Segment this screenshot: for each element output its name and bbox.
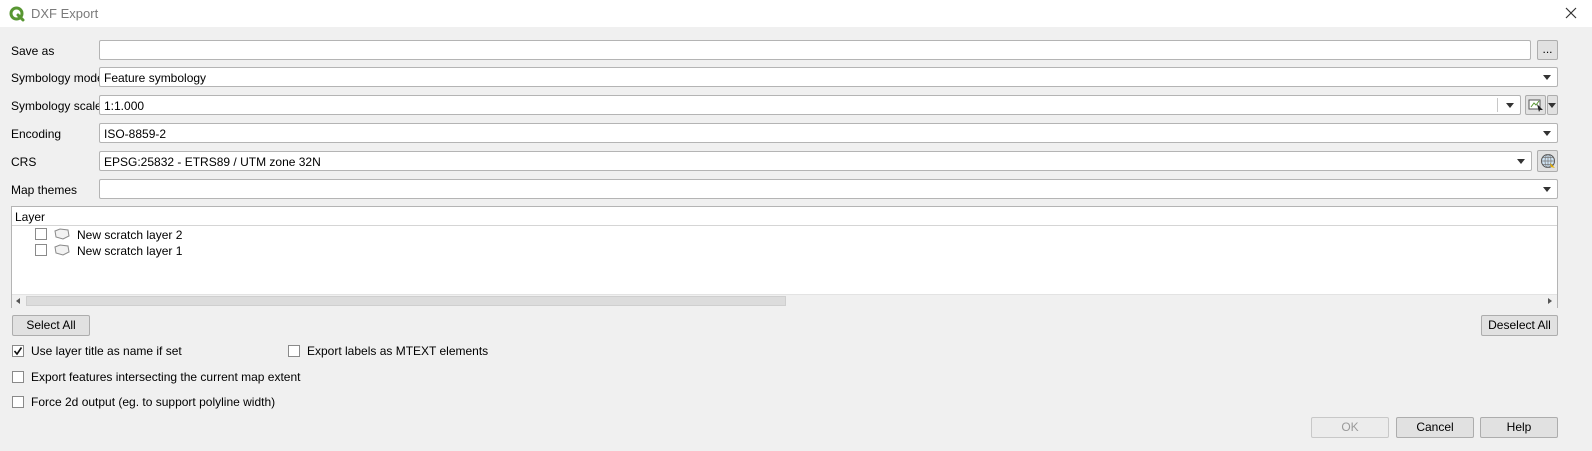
ok-button[interactable]: OK — [1311, 417, 1389, 438]
symbology-mode-label: Symbology mode — [11, 71, 104, 85]
scale-menu-button[interactable] — [1547, 95, 1558, 115]
layer-header-label: Layer — [15, 210, 46, 224]
save-as-input[interactable] — [99, 40, 1531, 60]
crs-selector-button[interactable] — [1537, 150, 1558, 172]
select-all-button[interactable]: Select All — [12, 315, 90, 336]
encoding-label: Encoding — [11, 127, 62, 141]
encoding-select[interactable]: ISO-8859-2 — [99, 123, 1558, 143]
window-title: DXF Export — [31, 6, 99, 21]
close-icon[interactable] — [1562, 4, 1580, 22]
scroll-left-icon[interactable] — [16, 298, 20, 304]
layer-tree[interactable]: Layer New scratch layer 2 New scratch la… — [11, 206, 1558, 308]
layer-name: New scratch layer 1 — [77, 244, 183, 258]
export-labels-mtext-label: Export labels as MTEXT elements — [307, 344, 489, 358]
scale-from-map-button[interactable] — [1525, 95, 1546, 115]
combo-separator — [1497, 98, 1498, 112]
layer-checkbox[interactable] — [35, 244, 47, 256]
crs-label: CRS — [11, 155, 37, 169]
chevron-down-icon — [1543, 187, 1551, 192]
encoding-value: ISO-8859-2 — [104, 127, 167, 141]
map-themes-label: Map themes — [11, 183, 78, 197]
export-intersecting-label: Export features intersecting the current… — [31, 370, 301, 384]
layer-name: New scratch layer 2 — [77, 228, 183, 242]
help-button[interactable]: Help — [1480, 417, 1558, 438]
map-themes-select[interactable] — [99, 179, 1558, 199]
export-labels-mtext-checkbox[interactable] — [288, 345, 300, 357]
map-canvas-cursor-icon — [1528, 99, 1543, 112]
chevron-down-icon — [1506, 103, 1514, 108]
use-layer-title-checkbox[interactable] — [12, 345, 24, 357]
crs-value: EPSG:25832 - ETRS89 / UTM zone 32N — [104, 155, 321, 169]
horizontal-scrollbar[interactable] — [12, 294, 1557, 308]
scrollbar-thumb[interactable] — [26, 296, 786, 306]
symbology-scale-select[interactable]: 1:1.000 — [99, 95, 1521, 115]
chevron-down-icon — [1543, 131, 1551, 136]
symbology-mode-value: Feature symbology — [104, 71, 207, 85]
checkmark-icon — [13, 347, 23, 356]
browse-button[interactable]: ... — [1537, 40, 1558, 60]
use-layer-title-label: Use layer title as name if set — [31, 344, 182, 358]
export-intersecting-checkbox[interactable] — [12, 371, 24, 383]
symbology-mode-select[interactable]: Feature symbology — [99, 67, 1558, 87]
deselect-all-button[interactable]: Deselect All — [1481, 315, 1558, 336]
symbology-scale-value: 1:1.000 — [104, 99, 145, 113]
polygon-layer-icon — [54, 244, 70, 256]
globe-icon — [1540, 154, 1555, 168]
symbology-scale-label: Symbology scale — [11, 99, 102, 113]
chevron-down-icon — [1548, 103, 1556, 108]
force-2d-label: Force 2d output (eg. to support polyline… — [31, 395, 276, 409]
save-as-label: Save as — [11, 44, 55, 58]
cancel-button[interactable]: Cancel — [1396, 417, 1474, 438]
polygon-layer-icon — [54, 228, 70, 240]
chevron-down-icon — [1517, 159, 1525, 164]
chevron-down-icon — [1543, 75, 1551, 80]
force-2d-checkbox[interactable] — [12, 396, 24, 408]
crs-select[interactable]: EPSG:25832 - ETRS89 / UTM zone 32N — [99, 151, 1532, 171]
scroll-right-icon[interactable] — [1548, 298, 1552, 304]
layer-column-header[interactable]: Layer — [12, 207, 1557, 226]
title-bar: DXF Export — [0, 0, 1592, 27]
qgis-icon — [9, 6, 25, 22]
layer-checkbox[interactable] — [35, 228, 47, 240]
